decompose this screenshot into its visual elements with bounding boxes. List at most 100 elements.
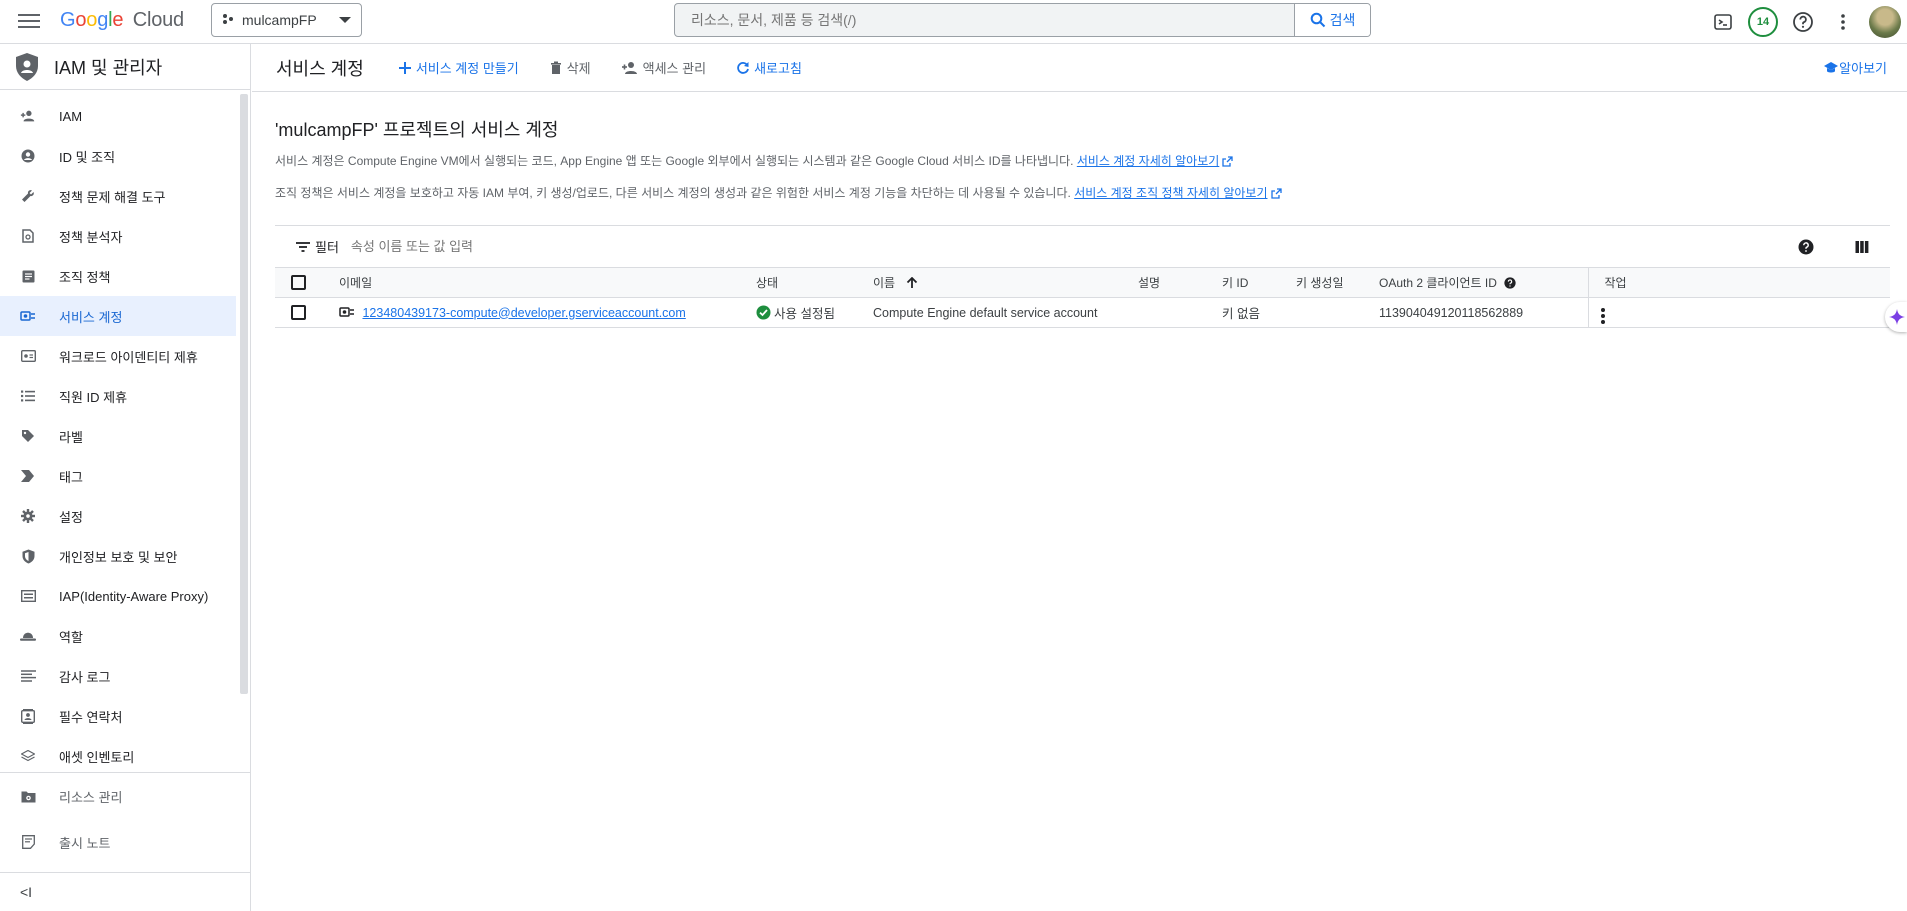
sidebar-item-6[interactable]: 워크로드 아이덴티티 제휴 [0,336,236,376]
chevron-down-icon [339,17,351,23]
sidebar-item-3[interactable]: 정책 분석자 [0,216,236,256]
collapse-sidebar-button[interactable]: <I [0,872,250,911]
column-name[interactable]: 이름 [873,267,1138,298]
main-menu-button[interactable] [18,10,40,32]
table-help-button[interactable] [1778,227,1834,267]
column-oauth-label: OAuth 2 클라이언트 ID [1379,276,1497,290]
project-selector[interactable]: mulcampFP [211,3,362,37]
project-name: mulcampFP [242,12,317,28]
person-add-icon [621,61,639,75]
sidebar-item-8[interactable]: 라벨 [0,416,236,456]
service-account-icon [339,306,354,317]
person-add-icon [20,108,36,124]
gemini-assist-button[interactable] [1885,302,1907,332]
filter-icon [295,241,311,253]
sidebar-item-7[interactable]: 직원 ID 제휴 [0,376,236,416]
arrow-up-icon [907,276,918,288]
plus-icon [398,61,412,75]
sidebar-item-label: 감사 로그 [59,669,111,685]
column-description[interactable]: 설명 [1138,267,1222,298]
sidebar-item-15[interactable]: 필수 연락처 [0,696,236,736]
delete-button[interactable]: 삭제 [549,58,591,77]
log-icon [20,668,36,684]
search-icon [1310,12,1325,28]
notification-count-badge: 14 [1748,7,1778,37]
account-circle-icon [20,148,36,164]
filter-input[interactable] [350,239,651,254]
sidebar-bottom-item-1[interactable]: 출시 노트 [0,819,250,865]
logo-cloud-text: Cloud [132,9,184,31]
sidebar-item-label: 워크로드 아이덴티티 제휴 [59,349,198,365]
search-button[interactable]: 검색 [1294,4,1370,36]
sidebar-item-14[interactable]: 감사 로그 [0,656,236,696]
shield-icon [20,548,36,564]
row-key-created [1296,297,1379,328]
sidebar-bottom-nav: 리소스 관리 출시 노트 [0,772,250,865]
top-bar: Google Cloud mulcampFP 검색 14 [0,0,1907,44]
label-icon [20,428,36,444]
column-actions: 작업 [1588,267,1890,298]
sidebar-item-label: 역할 [59,629,83,645]
search-input[interactable] [675,4,1294,36]
search-button-label: 검색 [1329,12,1356,28]
row-key-id: 키 없음 [1222,297,1296,328]
cloud-shell-button[interactable] [1703,2,1743,42]
learn-button[interactable]: 알아보기 [1823,58,1887,77]
row-checkbox[interactable] [291,305,306,321]
iam-shield-icon [16,52,38,81]
columns-icon [1855,241,1869,253]
sidebar-scrollbar[interactable] [240,94,248,694]
main-content: 'mulcampFP' 프로젝트의 서비스 계정 서비스 계정은 Compute… [275,92,1890,328]
sidebar-item-2[interactable]: 정책 문제 해결 도구 [0,176,236,216]
sidebar-bottom-item-0[interactable]: 리소스 관리 [0,773,250,819]
policy-search-icon [20,228,36,244]
learn-org-policy-link[interactable]: 서비스 계정 조직 정책 자세히 알아보기 [1074,186,1267,200]
manage-access-label: 액세스 관리 [642,61,707,76]
sidebar-item-0[interactable]: IAM [0,96,236,136]
column-oauth-client-id[interactable]: OAuth 2 클라이언트 ID [1379,267,1589,298]
sidebar-item-11[interactable]: 개인정보 보호 및 보안 [0,536,236,576]
learn-service-accounts-link[interactable]: 서비스 계정 자세히 알아보기 [1077,154,1219,168]
account-avatar[interactable] [1869,6,1901,38]
sidebar-item-16[interactable]: 애셋 인벤토리 [0,736,236,776]
google-cloud-logo[interactable]: Google Cloud [60,9,184,32]
sidebar-item-5[interactable]: 서비스 계정 [0,296,236,336]
sidebar-item-1[interactable]: ID 및 조직 [0,136,236,176]
service-account-email-link[interactable]: 123480439173-compute@developer.gservicea… [362,306,685,320]
sidebar-item-9[interactable]: 태그 [0,456,236,496]
column-email[interactable]: 이메일 [339,267,756,298]
collapse-icon: <I [20,884,33,900]
sidebar-item-10[interactable]: 설정 [0,496,236,536]
sidebar-item-label: 조직 정책 [59,269,111,285]
description-2-text: 조직 정책은 서비스 계정을 보호하고 자동 IAM 부여, 키 생성/업로드,… [275,186,1071,200]
filter-actions [1778,226,1890,268]
column-key-id[interactable]: 키 ID [1222,267,1296,298]
row-oauth-client-id: 113904049120118562889 [1379,297,1589,328]
refresh-button[interactable]: 새로고침 [736,58,802,77]
hat-icon [20,628,36,644]
sidebar-item-12[interactable]: IAP(Identity-Aware Proxy) [0,576,236,616]
status-enabled: 사용 설정됨 [756,303,835,322]
more-options-button[interactable] [1823,2,1863,42]
sidebar-item-4[interactable]: 조직 정책 [0,256,236,296]
select-all-checkbox[interactable] [291,275,306,291]
manage-access-button[interactable]: 액세스 관리 [621,58,706,77]
column-status[interactable]: 상태 [756,267,873,298]
table-row: 123480439173-compute@developer.gservicea… [275,297,1890,328]
external-link-icon [1222,156,1233,167]
column-display-button[interactable] [1834,227,1890,267]
filter-bar: 필터 [275,225,1890,267]
row-description [1138,297,1222,328]
help-button[interactable] [1783,2,1823,42]
create-service-account-button[interactable]: 서비스 계정 만들기 [398,58,519,77]
proxy-icon [20,588,36,604]
sidebar-item-13[interactable]: 역할 [0,616,236,656]
sidebar-item-label: 직원 ID 제휴 [59,389,128,405]
description-1-text: 서비스 계정은 Compute Engine VM에서 실행되는 코드, App… [275,154,1074,168]
column-key-created[interactable]: 키 생성일 [1296,267,1379,298]
row-actions-menu-button[interactable] [1600,307,1605,325]
sidebar: IAM 및 관리자 IAM ID 및 조직 정책 문제 해결 도구 정책 분석자 조직 … [0,44,251,911]
sidebar-item-label: IAM [59,108,83,124]
notifications-button[interactable]: 14 [1743,2,1783,42]
refresh-icon [736,61,750,75]
